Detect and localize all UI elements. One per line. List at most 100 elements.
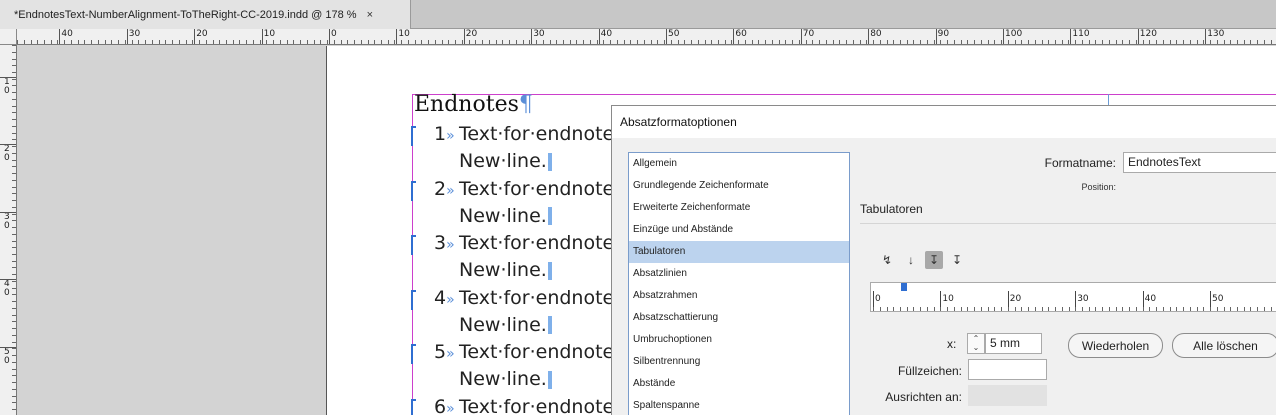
ruler-minor-tick <box>819 40 821 44</box>
tab-ruler-minor-tick <box>1061 307 1063 311</box>
endnotes-heading[interactable]: Endnotes¶ <box>414 92 533 117</box>
close-icon[interactable]: × <box>367 9 373 21</box>
ruler-minor-tick <box>17 40 18 44</box>
ruler-minor-tick <box>12 395 16 397</box>
ruler-minor-tick <box>1250 40 1252 44</box>
tab-ruler-minor-tick <box>886 307 888 311</box>
document-tab[interactable]: *EndnotesText-NumberAlignment-ToTheRight… <box>0 0 411 29</box>
left-tab-icon[interactable]: ↯ <box>878 251 896 269</box>
ruler-major-tick <box>598 29 600 44</box>
tab-ruler-label: 20 <box>1009 294 1022 304</box>
endnote-number: 2» <box>434 178 455 200</box>
ruler-minor-tick <box>205 40 207 44</box>
horizontal-ruler[interactable]: 40 30 20 10 0 10 20 30 40 50 60 70 80 90 100 110 120 130 <box>17 29 1276 45</box>
ruler-minor-tick <box>852 40 854 44</box>
ruler-minor-tick <box>1088 40 1090 44</box>
ruler-minor-tick <box>461 40 463 44</box>
ruler-minor-tick <box>12 220 16 222</box>
tab-ruler-minor-tick <box>900 307 901 311</box>
category-item[interactable]: Erweiterte Zeichenformate <box>629 197 849 219</box>
tab-stop-marker[interactable] <box>901 283 907 291</box>
endnote-second-line: New·line. <box>459 368 552 390</box>
ruler-minor-tick <box>785 40 787 44</box>
ruler-major-tick <box>1003 29 1004 44</box>
tab-ruler-minor-tick <box>1230 307 1232 311</box>
tab-ruler-minor-tick <box>1149 307 1151 311</box>
fill-character-input[interactable] <box>968 359 1047 380</box>
ruler-minor-tick <box>12 227 16 228</box>
tab-ruler-minor-tick <box>1237 307 1238 311</box>
format-name-label: Formatname: <box>1044 156 1116 170</box>
ruler-minor-tick <box>1196 40 1198 44</box>
ruler-minor-tick <box>12 233 16 235</box>
tab-ruler[interactable]: 0 10 20 30 40 50 <box>870 282 1276 312</box>
tab-ruler-minor-tick <box>1142 307 1144 311</box>
category-item[interactable]: Umbruchoptionen <box>629 329 849 351</box>
ruler-minor-tick <box>893 40 895 44</box>
ruler-minor-tick <box>751 40 753 44</box>
clear-all-button[interactable]: Alle löschen <box>1172 333 1276 358</box>
ruler-minor-tick <box>118 40 120 44</box>
dialog-title: Absatzformatoptionen <box>612 106 1276 138</box>
category-item[interactable]: Tabulatoren <box>629 241 849 263</box>
right-tab-icon[interactable]: ↧ <box>925 251 943 269</box>
format-name-field[interactable]: EndnotesText <box>1123 152 1276 173</box>
tab-ruler-minor-tick <box>1095 307 1097 311</box>
ruler-minor-tick <box>97 40 99 44</box>
ruler-minor-tick <box>12 355 16 356</box>
category-list[interactable]: Allgemein Grundlegende Zeichenformate Erwe… <box>628 152 850 415</box>
category-item[interactable]: Silbentrennung <box>629 351 849 373</box>
endnote-number: 5» <box>434 341 455 363</box>
tab-ruler-minor-tick <box>1122 307 1124 311</box>
ruler-minor-tick <box>468 40 470 44</box>
tab-ruler-minor-tick <box>1203 307 1205 311</box>
category-item[interactable]: Allgemein <box>629 153 849 175</box>
tab-ruler-minor-tick <box>1156 307 1158 311</box>
end-of-story-icon <box>547 316 552 335</box>
category-item[interactable]: Abstände <box>629 373 849 395</box>
endnote-number: 6» <box>434 396 455 415</box>
ruler-label: 1 0 <box>4 77 10 96</box>
ruler-minor-tick <box>1081 40 1083 44</box>
tab-ruler-minor-tick <box>1169 307 1171 311</box>
endnote-second-line: New·line. <box>459 205 552 227</box>
document-tab-bar: *EndnotesText-NumberAlignment-ToTheRight… <box>0 0 1276 29</box>
vertical-ruler[interactable]: 1 0 2 0 3 0 4 0 5 0 <box>0 45 17 415</box>
ruler-minor-tick <box>12 301 16 303</box>
ruler-minor-tick <box>947 40 949 44</box>
x-position-input[interactable]: 5 mm <box>985 333 1042 354</box>
endnote-bracket <box>411 344 416 365</box>
decimal-tab-icon[interactable]: ↧ <box>948 251 966 269</box>
ruler-minor-tick <box>320 40 322 44</box>
ruler-minor-tick <box>1007 40 1009 44</box>
category-item[interactable]: Grundlegende Zeichenformate <box>629 175 849 197</box>
endnote-second-line: New·line. <box>459 150 552 172</box>
category-item[interactable]: Absatzschattierung <box>629 307 849 329</box>
ruler-minor-tick <box>381 40 382 44</box>
ruler-minor-tick <box>704 40 706 44</box>
ruler-minor-tick <box>212 40 214 44</box>
tab-ruler-minor-tick <box>967 307 969 311</box>
tab-ruler-minor-tick <box>1041 307 1043 311</box>
ruler-minor-tick <box>286 40 288 44</box>
tab-ruler-label: 40 <box>1144 294 1157 304</box>
tab-arrow-icon: » <box>446 401 455 415</box>
ruler-corner[interactable] <box>0 29 17 45</box>
ruler-label: 30 <box>533 29 545 39</box>
ruler-minor-tick <box>1075 40 1077 44</box>
category-item[interactable]: Einzüge und Abstände <box>629 219 849 241</box>
category-item[interactable]: Spaltenspanne <box>629 395 849 415</box>
x-position-stepper[interactable]: ⌃ ⌄ <box>967 333 985 354</box>
category-item[interactable]: Absatzlinien <box>629 263 849 285</box>
ruler-minor-tick <box>12 368 16 370</box>
tab-ruler-minor-tick <box>987 307 989 311</box>
repeat-button[interactable]: Wiederholen <box>1068 333 1163 358</box>
tab-ruler-minor-tick <box>1115 307 1117 311</box>
ruler-minor-tick <box>805 40 807 44</box>
ruler-minor-tick <box>549 40 551 44</box>
ruler-minor-tick <box>960 40 962 44</box>
category-item[interactable]: Absatzrahmen <box>629 285 849 307</box>
ruler-minor-tick <box>12 125 16 127</box>
center-tab-icon[interactable]: ↓ <box>902 251 920 269</box>
tab-ruler-minor-tick <box>1081 307 1083 311</box>
